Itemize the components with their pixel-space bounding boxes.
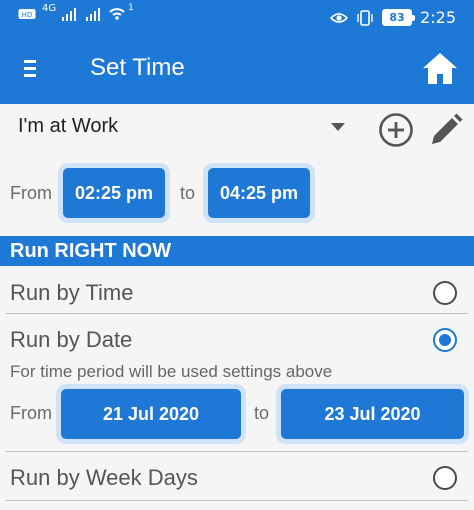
home-icon[interactable] xyxy=(420,49,460,89)
battery-indicator: 83 xyxy=(382,9,416,26)
radio-run-by-week-days[interactable] xyxy=(433,466,457,490)
eye-icon xyxy=(330,12,349,23)
app-bar: Set Time xyxy=(0,34,474,104)
option-run-by-time[interactable]: Run by Time xyxy=(0,271,474,315)
status-left-icons: HD 4G 1 xyxy=(18,3,138,21)
option-run-by-week-days[interactable]: Run by Week Days xyxy=(0,456,474,500)
menu-icon[interactable] xyxy=(22,60,38,80)
add-profile-icon[interactable] xyxy=(378,112,414,148)
run-right-now-button[interactable]: Run RIGHT NOW xyxy=(0,236,474,266)
option-run-by-date[interactable]: Run by Date xyxy=(0,318,474,362)
status-bar: HD 4G 1 83 2:25 xyxy=(0,0,474,34)
from-time-button[interactable]: 02:25 pm xyxy=(58,163,170,223)
status-right-icons: 83 2:25 xyxy=(330,8,456,27)
profile-selected: I'm at Work xyxy=(18,115,119,137)
option-label: Run by Date xyxy=(10,327,133,352)
from-date-button[interactable]: 21 Jul 2020 xyxy=(56,384,246,444)
option-label: Run by Week Days xyxy=(10,465,198,490)
option-label: Run by Time xyxy=(10,280,134,305)
wifi-icon xyxy=(109,8,125,20)
sim-hd-icon: HD xyxy=(18,9,36,19)
signal-icon xyxy=(86,8,101,21)
divider xyxy=(6,313,468,314)
time-to-label: to xyxy=(180,183,196,203)
date-hint-text: For time period will be used settings ab… xyxy=(10,362,333,381)
radio-run-by-time[interactable] xyxy=(433,281,457,305)
network-label: 4G xyxy=(42,2,57,14)
edit-pencil-icon[interactable] xyxy=(428,112,464,148)
dropdown-arrow-icon[interactable] xyxy=(331,123,345,131)
page-title: Set Time xyxy=(90,54,185,81)
svg-text:HD: HD xyxy=(22,11,33,19)
signal-4g-icon xyxy=(62,8,77,21)
notification-count: 1 xyxy=(128,3,134,13)
status-time: 2:25 xyxy=(420,8,456,27)
to-time-button[interactable]: 04:25 pm xyxy=(203,163,315,223)
divider xyxy=(6,451,468,452)
time-from-label: From xyxy=(10,183,52,203)
radio-run-by-date[interactable] xyxy=(433,328,457,352)
date-to-label: to xyxy=(254,403,270,423)
vibrate-icon xyxy=(357,9,373,26)
divider xyxy=(6,500,468,501)
date-from-label: From xyxy=(10,403,52,423)
to-date-button[interactable]: 23 Jul 2020 xyxy=(276,384,469,444)
set-time-screen: HD 4G 1 83 2:25 Set Time I'm at Work Fro… xyxy=(0,0,474,510)
